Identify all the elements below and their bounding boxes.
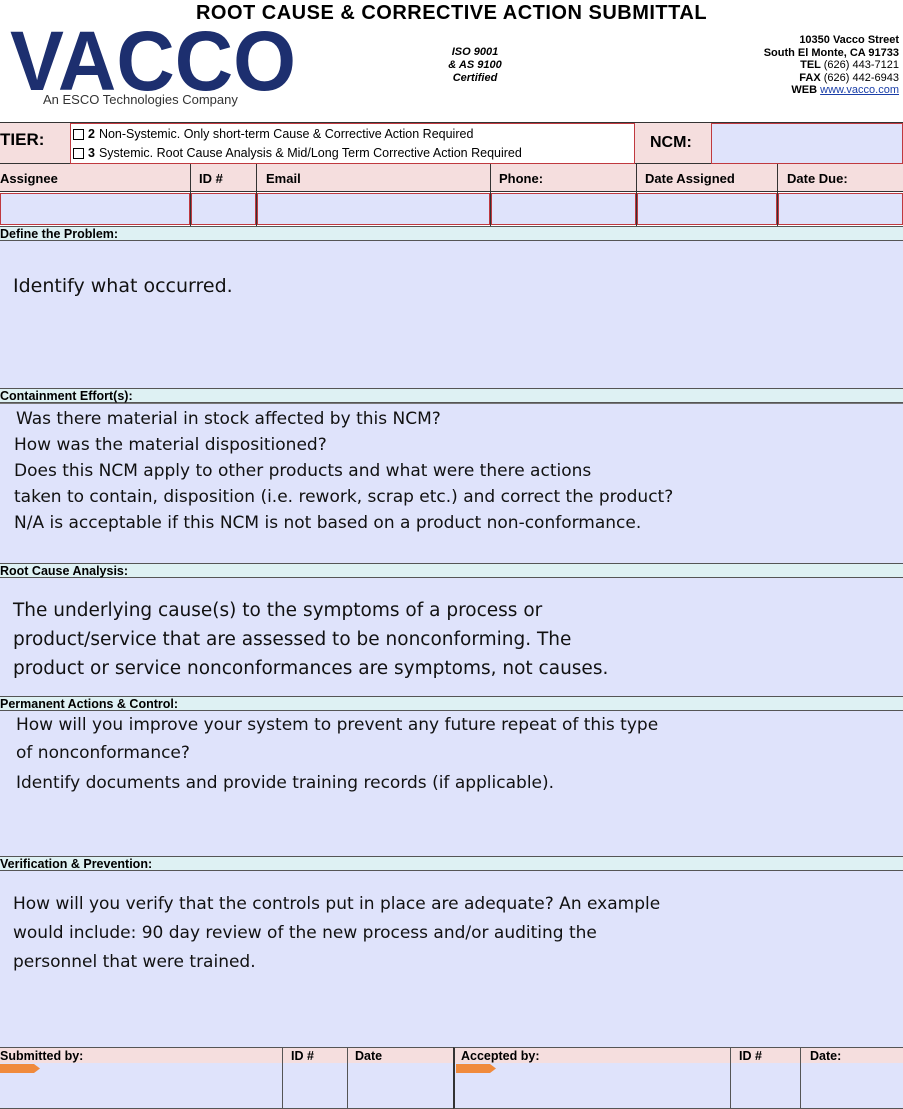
- vacco-logo: VACCO: [10, 26, 296, 96]
- tier-3-number: 3: [88, 146, 95, 160]
- verification-section-header: Verification & Prevention:: [0, 856, 903, 871]
- containment-section-header: Containment Effort(s):: [0, 388, 903, 403]
- verification-line: would include: 90 day review of the new …: [13, 923, 597, 943]
- accepted-id-field[interactable]: [730, 1063, 800, 1109]
- cert-line-iso: ISO 9001: [451, 46, 499, 58]
- tier-option-3[interactable]: 3 Systemic. Root Cause Analysis & Mid/Lo…: [73, 146, 522, 160]
- root-cause-line: product/service that are assessed to be …: [13, 629, 572, 650]
- submitted-date-field[interactable]: [347, 1063, 453, 1109]
- tier-3-checkbox[interactable]: [73, 147, 84, 159]
- date-due-field[interactable]: [778, 193, 903, 225]
- submitted-id-label: ID #: [282, 1047, 347, 1063]
- company-address: 10350 Vacco Street South El Monte, CA 91…: [599, 34, 899, 97]
- containment-line: How was the material dispositioned?: [14, 435, 327, 455]
- ncm-label: NCM:: [650, 134, 692, 151]
- verification-line: personnel that were trained.: [13, 952, 256, 972]
- cert-line-certified: Certified: [452, 72, 498, 84]
- email-field[interactable]: [257, 193, 490, 225]
- date-assigned-header: Date Assigned: [645, 171, 735, 186]
- tier-3-label: Systemic. Root Cause Analysis & Mid/Long…: [98, 146, 522, 160]
- accepted-id-label: ID #: [730, 1047, 800, 1063]
- cert-line-as: & AS 9100: [448, 59, 502, 71]
- assignment-header-row: Assignee ID # Email Phone: Date Assigned…: [0, 164, 903, 192]
- containment-text-area[interactable]: Was there material in stock affected by …: [0, 403, 903, 563]
- submitted-by-signature-field[interactable]: [0, 1063, 282, 1109]
- ncm-input[interactable]: [711, 123, 903, 164]
- svg-text:VACCO: VACCO: [10, 26, 296, 96]
- fax-value: (626) 442-6943: [823, 71, 899, 84]
- company-tagline: An ESCO Technologies Company: [43, 92, 238, 107]
- tier-option-2[interactable]: 2 Non-Systemic. Only short-term Cause & …: [73, 127, 473, 141]
- date-due-header: Date Due:: [787, 171, 848, 186]
- accepted-date-label: Date:: [800, 1047, 903, 1063]
- sign-here-arrow-icon: [0, 1064, 40, 1073]
- tier-label: TIER:: [0, 130, 45, 149]
- verification-text-area[interactable]: How will you verify that the controls pu…: [0, 871, 903, 1047]
- accepted-date-field[interactable]: [800, 1063, 903, 1109]
- permanent-actions-text-area[interactable]: How will you improve your system to prev…: [0, 711, 903, 856]
- tier-2-checkbox[interactable]: [73, 128, 84, 140]
- address-city: South El Monte, CA 91733: [763, 46, 899, 59]
- id-header: ID #: [199, 171, 223, 186]
- assignee-field[interactable]: [0, 193, 190, 225]
- address-street: 10350 Vacco Street: [799, 34, 899, 46]
- sign-here-arrow-icon: [456, 1064, 496, 1073]
- permanent-line: How will you improve your system to prev…: [16, 715, 659, 735]
- assignee-header: Assignee: [0, 171, 58, 186]
- tier-2-number: 2: [88, 127, 95, 141]
- submitted-id-field[interactable]: [282, 1063, 347, 1109]
- problem-section-header: Define the Problem:: [0, 226, 903, 241]
- verification-line: How will you verify that the controls pu…: [13, 894, 661, 914]
- web-label: WEB: [791, 84, 818, 96]
- permanent-line: of nonconformance?: [16, 743, 190, 763]
- accepted-by-label: Accepted by:: [453, 1047, 730, 1063]
- assignee-id-field[interactable]: [191, 193, 256, 225]
- root-cause-text-area[interactable]: The underlying cause(s) to the symptoms …: [0, 578, 903, 696]
- tel-label: TEL: [800, 59, 821, 71]
- root-cause-line: product or service nonconformances are s…: [13, 658, 609, 679]
- permanent-actions-section-header: Permanent Actions & Control:: [0, 696, 903, 711]
- permanent-line: Identify documents and provide training …: [16, 773, 555, 793]
- problem-line: Identify what occurred.: [13, 275, 233, 297]
- fax-label: FAX: [799, 71, 821, 84]
- website-link[interactable]: www.vacco.com: [820, 84, 899, 96]
- accepted-by-signature-field[interactable]: [453, 1063, 730, 1109]
- phone-field[interactable]: [491, 193, 636, 225]
- containment-line: Does this NCM apply to other products an…: [14, 461, 592, 481]
- submitted-date-label: Date: [347, 1047, 453, 1063]
- root-cause-section-header: Root Cause Analysis:: [0, 563, 903, 578]
- submitted-by-label: Submitted by:: [0, 1047, 282, 1063]
- problem-text-area[interactable]: Identify what occurred.: [0, 241, 903, 388]
- containment-line: Was there material in stock affected by …: [16, 409, 441, 429]
- date-assigned-field[interactable]: [637, 193, 777, 225]
- tier-2-label: Non-Systemic. Only short-term Cause & Co…: [98, 127, 474, 141]
- root-cause-line: The underlying cause(s) to the symptoms …: [13, 600, 543, 621]
- tel-value: (626) 443-7121: [823, 59, 899, 71]
- certification-block: ISO 9001 & AS 9100 Certified: [425, 46, 525, 85]
- phone-header: Phone:: [499, 171, 544, 186]
- containment-line: N/A is acceptable if this NCM is not bas…: [14, 513, 642, 533]
- email-header: Email: [266, 171, 301, 186]
- form-title: ROOT CAUSE & CORRECTIVE ACTION SUBMITTAL: [195, 2, 708, 24]
- tier-options: 2 Non-Systemic. Only short-term Cause & …: [70, 123, 635, 164]
- containment-line: taken to contain, disposition (i.e. rewo…: [14, 487, 674, 507]
